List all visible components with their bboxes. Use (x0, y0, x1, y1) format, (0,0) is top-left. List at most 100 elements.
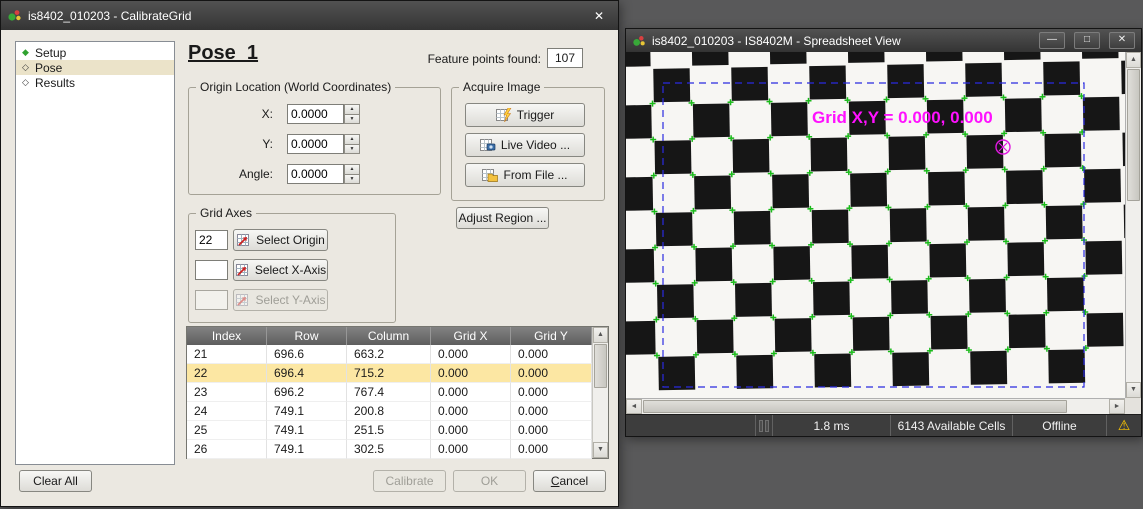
angle-input[interactable] (287, 164, 344, 184)
cell-column: 302.5 (347, 440, 431, 459)
spin-up-icon[interactable]: ▲ (344, 134, 360, 145)
maximize-button[interactable]: □ (1074, 32, 1100, 49)
vertical-scrollbar-thumb[interactable] (1127, 69, 1140, 201)
table-row-23[interactable]: 23 696.2 767.4 0.000 0.000 (187, 383, 592, 402)
cell-index: 25 (187, 421, 267, 440)
cell-grid-y: 0.000 (511, 345, 592, 364)
live-video-icon (480, 138, 496, 152)
select-origin-button[interactable]: Select Origin (233, 229, 328, 251)
select-x-axis-button[interactable]: Select X-Axis (233, 259, 328, 281)
spreadsheet-titlebar[interactable]: is8402_010203 - IS8402M - Spreadsheet Vi… (626, 29, 1141, 52)
cell-grid-x: 0.000 (431, 345, 511, 364)
status-grip (755, 415, 772, 436)
y-input[interactable] (287, 134, 344, 154)
status-connection: Offline (1012, 415, 1106, 436)
table-scrollbar-thumb[interactable] (594, 344, 607, 388)
scroll-up-icon[interactable]: ▲ (1126, 52, 1141, 68)
table-row-22[interactable]: 22 696.4 715.2 0.000 0.000 (187, 364, 592, 383)
spin-down-icon[interactable]: ▼ (344, 145, 360, 155)
cancel-label: Cancel (551, 474, 588, 488)
cell-grid-x: 0.000 (431, 440, 511, 459)
step-item-results[interactable]: ◇ Results (16, 75, 174, 90)
clear-all-button[interactable]: Clear All (19, 470, 92, 492)
close-icon: ✕ (1118, 34, 1126, 45)
cell-grid-y: 0.000 (511, 364, 592, 383)
close-button[interactable]: ✕ (1109, 32, 1135, 49)
scroll-left-icon[interactable]: ◄ (626, 399, 642, 414)
adjust-region-button[interactable]: Adjust Region ... (456, 207, 549, 229)
cell-column: 251.5 (347, 421, 431, 440)
adjust-region-label: Adjust Region ... (458, 211, 546, 225)
cell-row: 749.1 (267, 440, 347, 459)
diamond-icon: ◇ (20, 60, 31, 75)
feature-table-body: 21 696.6 663.2 0.000 0.000 22 696.4 715.… (187, 345, 592, 458)
step-label: Setup (35, 46, 66, 60)
x-axis-point-input[interactable] (195, 260, 228, 280)
scroll-up-icon[interactable]: ▲ (593, 327, 608, 343)
angle-spinner[interactable]: ▲ ▼ (344, 164, 360, 184)
x-field-row: X: ▲ ▼ (195, 104, 279, 124)
acquire-image-group: Acquire Image Trigger Live Video ... Fro… (451, 87, 605, 201)
status-spacer (626, 415, 755, 436)
table-row-26[interactable]: 26 749.1 302.5 0.000 0.000 (187, 440, 592, 459)
scroll-down-icon[interactable]: ▼ (593, 442, 608, 458)
x-spinner[interactable]: ▲ ▼ (344, 104, 360, 124)
y-spinner[interactable]: ▲ ▼ (344, 134, 360, 154)
cell-grid-x: 0.000 (431, 383, 511, 402)
acquire-image-group-title: Acquire Image (459, 80, 544, 94)
cell-grid-y: 0.000 (511, 421, 592, 440)
table-row-21[interactable]: 21 696.6 663.2 0.000 0.000 (187, 345, 592, 364)
spin-up-icon[interactable]: ▲ (344, 104, 360, 115)
trigger-icon (496, 108, 512, 122)
cell-row: 749.1 (267, 402, 347, 421)
from-file-button[interactable]: From File ... (465, 163, 585, 187)
col-header-row: Row (267, 327, 347, 345)
select-origin-icon (236, 233, 251, 247)
cell-grid-x: 0.000 (431, 402, 511, 421)
checkerboard-image (626, 52, 1125, 398)
cell-column: 767.4 (347, 383, 431, 402)
table-scrollbar[interactable]: ▲ ▼ (592, 327, 608, 458)
warning-icon: ⚠ (1106, 415, 1141, 436)
cell-grid-x: 0.000 (431, 421, 511, 440)
cell-column: 663.2 (347, 345, 431, 364)
window-title: is8402_010203 - CalibrateGrid (28, 9, 580, 23)
diamond-icon: ◆ (20, 45, 31, 60)
origin-point-input[interactable] (195, 230, 228, 250)
status-available-cells: 6143 Available Cells (890, 415, 1012, 436)
grid-overlay-text: Grid X,Y = 0.000, 0.000 (812, 108, 993, 128)
cell-row: 696.6 (267, 345, 347, 364)
scrollbar-corner (1125, 398, 1141, 414)
calibration-image-view[interactable]: Grid X,Y = 0.000, 0.000 (626, 52, 1125, 398)
cell-row: 696.2 (267, 383, 347, 402)
table-row-24[interactable]: 24 749.1 200.8 0.000 0.000 (187, 402, 592, 421)
live-video-button[interactable]: Live Video ... (465, 133, 585, 157)
cell-index: 24 (187, 402, 267, 421)
in-sight-app-icon (7, 8, 22, 23)
spin-down-icon[interactable]: ▼ (344, 115, 360, 125)
minimize-button[interactable]: — (1039, 32, 1065, 49)
vertical-scrollbar[interactable]: ▲ ▼ (1125, 52, 1141, 398)
y-axis-point-input (195, 290, 228, 310)
angle-field-row: Angle: ▲ ▼ (195, 164, 279, 184)
step-item-pose[interactable]: ◇ Pose (16, 60, 174, 75)
scroll-down-icon[interactable]: ▼ (1126, 382, 1141, 398)
cell-grid-y: 0.000 (511, 402, 592, 421)
calibrate-grid-titlebar[interactable]: is8402_010203 - CalibrateGrid ✕ (1, 1, 618, 30)
ok-label: OK (481, 474, 498, 488)
table-row-25[interactable]: 25 749.1 251.5 0.000 0.000 (187, 421, 592, 440)
step-item-setup[interactable]: ◆ Setup (16, 45, 174, 60)
cell-index: 22 (187, 364, 267, 383)
grid-axes-group: Grid Axes Select Origin Select X-Axis Se… (188, 213, 396, 323)
spin-up-icon[interactable]: ▲ (344, 164, 360, 175)
x-input[interactable] (287, 104, 344, 124)
spin-down-icon[interactable]: ▼ (344, 175, 360, 185)
horizontal-scrollbar-thumb[interactable] (643, 400, 1067, 413)
horizontal-scrollbar[interactable]: ◄ ► (626, 398, 1125, 414)
scroll-right-icon[interactable]: ► (1109, 399, 1125, 414)
cell-grid-x: 0.000 (431, 364, 511, 383)
cancel-button[interactable]: Cancel (533, 470, 606, 492)
close-button[interactable]: ✕ (586, 9, 612, 23)
step-label: Results (35, 76, 75, 90)
trigger-button[interactable]: Trigger (465, 103, 585, 127)
